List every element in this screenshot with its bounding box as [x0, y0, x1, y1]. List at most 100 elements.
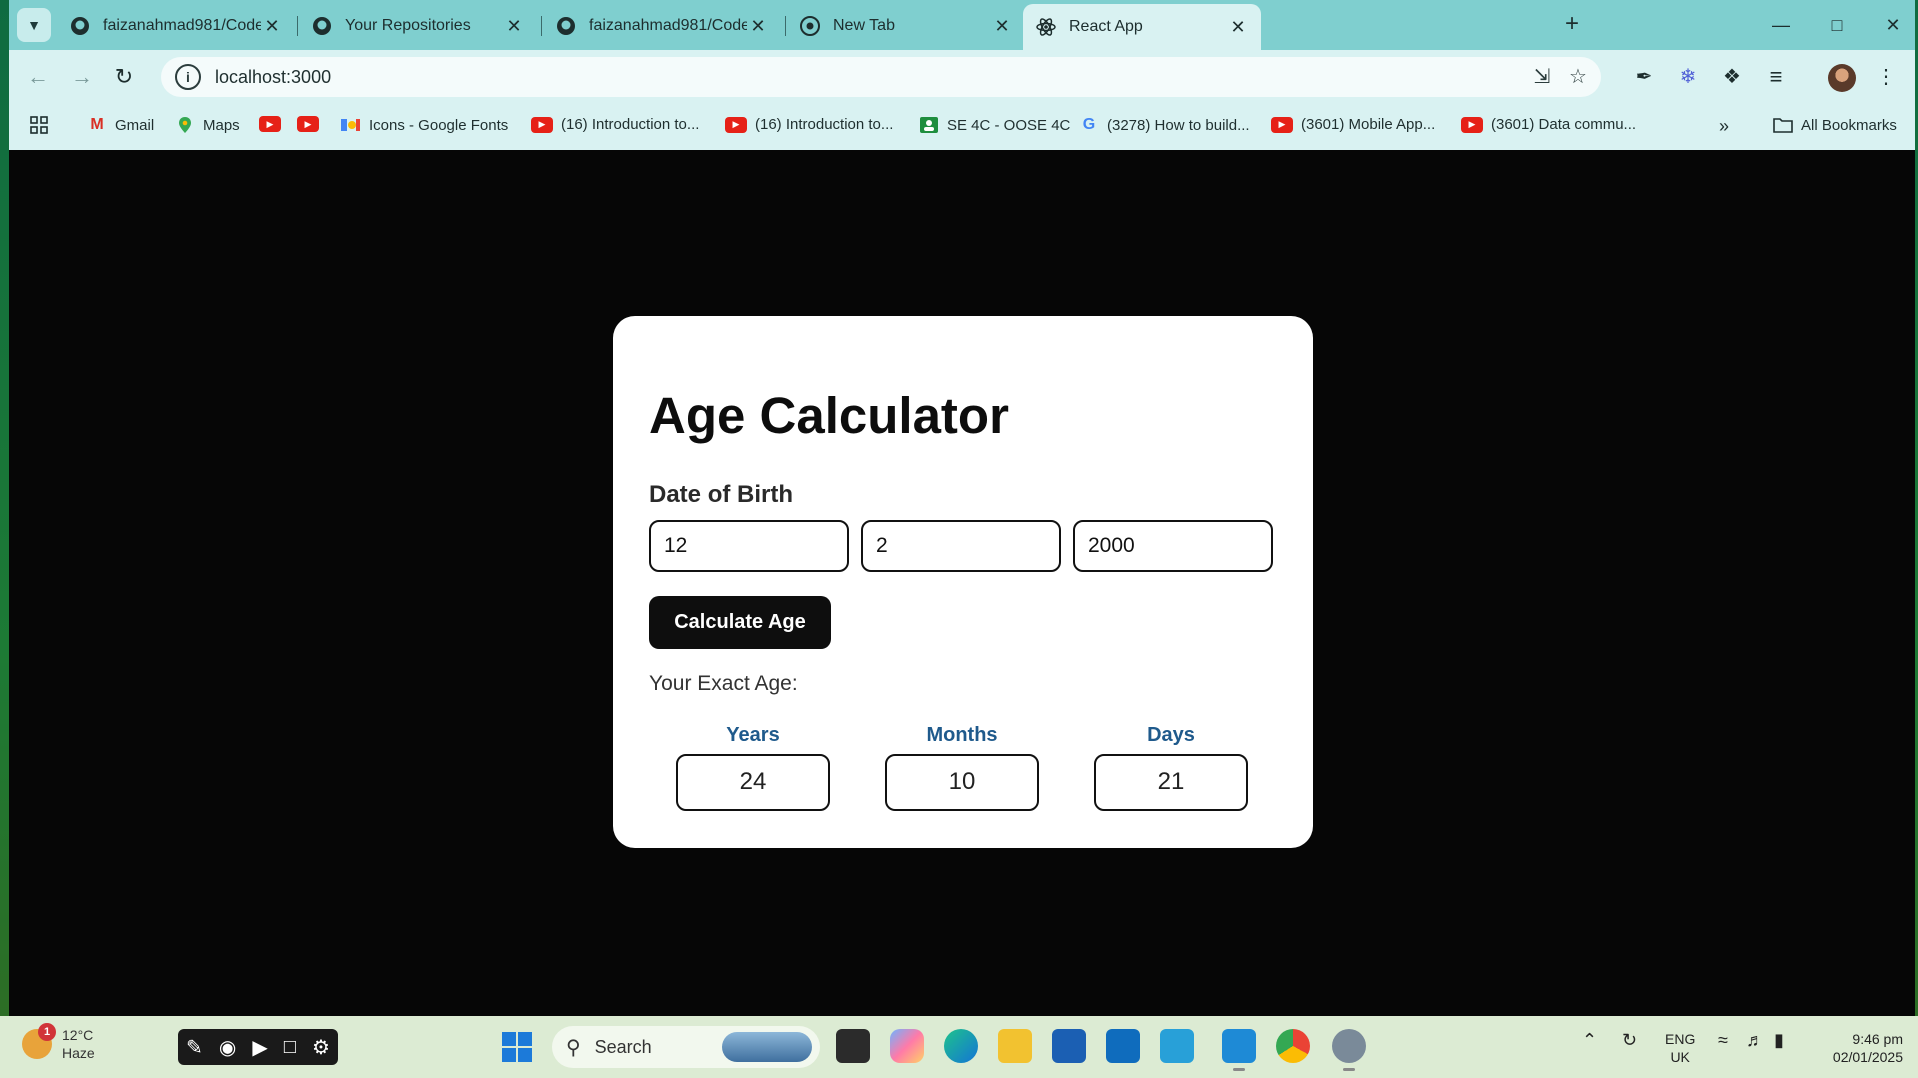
- forward-button[interactable]: →: [67, 63, 97, 93]
- years-heading: Years: [726, 724, 780, 746]
- clock[interactable]: 9:46 pm 02/01/2025: [1815, 1030, 1903, 1066]
- reload-button[interactable]: ↻: [109, 63, 139, 93]
- apps-grid-button[interactable]: [29, 116, 57, 134]
- month-input[interactable]: [861, 520, 1061, 572]
- back-button[interactable]: ←: [23, 63, 53, 93]
- bookmark-label: (3278) How to build...: [1107, 116, 1250, 134]
- close-window-button[interactable]: ✕: [1873, 12, 1913, 38]
- bookmarks-bar: M Gmail Maps ▶ ▶ Icons - Google Fonts ▶ …: [9, 104, 1915, 150]
- profile-avatar[interactable]: [1828, 64, 1856, 92]
- tab-new-tab[interactable]: New Tab ✕: [787, 6, 1025, 46]
- bookmark-se-4c[interactable]: SE 4C - OOSE 4C: [919, 116, 1070, 134]
- notification-badge: 1: [38, 1023, 56, 1041]
- extensions-icon[interactable]: ❖: [1717, 63, 1747, 93]
- youtube-icon: ▶: [1271, 116, 1293, 133]
- snowflake-extension-icon[interactable]: ❄: [1673, 63, 1703, 93]
- youtube-icon: ▶: [725, 116, 747, 133]
- pen-icon[interactable]: ✎: [186, 1035, 203, 1060]
- bookmark-label: (16) Introduction to...: [755, 116, 894, 133]
- bookmark-introduction-2[interactable]: ▶ (16) Introduction to...: [725, 116, 893, 133]
- github-icon: [311, 15, 333, 37]
- site-info-icon[interactable]: i: [175, 64, 201, 90]
- install-app-icon[interactable]: ⇲: [1529, 65, 1555, 91]
- folder-icon: [1773, 116, 1793, 134]
- day-input[interactable]: [649, 520, 849, 572]
- double-chevron-right-icon: »: [1719, 116, 1730, 136]
- page-viewport: Age Calculator Date of Birth Calculate A…: [9, 150, 1915, 1016]
- camera-icon[interactable]: ◉: [219, 1035, 236, 1060]
- tab-separator: [541, 16, 542, 36]
- months-heading: Months: [926, 724, 998, 746]
- close-icon[interactable]: ✕: [747, 16, 769, 37]
- gmail-icon: M: [90, 116, 104, 133]
- tab-codealpha-2[interactable]: faizanahmad981/CodeAlpha ✕: [543, 6, 781, 46]
- weather-widget[interactable]: 1 12°C Haze: [22, 1023, 95, 1062]
- tab-title: React App: [1069, 18, 1143, 35]
- browser-window: ▼ faizanahmad981/CodeAlpha ✕ Your Reposi…: [9, 0, 1915, 1016]
- close-icon[interactable]: ✕: [261, 16, 283, 37]
- file-explorer-icon[interactable]: [998, 1029, 1032, 1063]
- bookmark-introduction-1[interactable]: ▶ (16) Introduction to...: [531, 116, 699, 133]
- maximize-button[interactable]: □: [1817, 12, 1857, 38]
- bookmark-label: (3601) Mobile App...: [1301, 116, 1436, 133]
- language-code: ENG: [1665, 1031, 1696, 1047]
- outlook-icon[interactable]: [1106, 1029, 1140, 1063]
- start-button[interactable]: [502, 1032, 532, 1062]
- edge-icon[interactable]: [944, 1029, 978, 1063]
- sync-icon[interactable]: ↻: [1622, 1030, 1637, 1051]
- bookmark-maps[interactable]: Maps: [175, 116, 240, 134]
- bookmark-how-to-build[interactable]: G (3278) How to build...: [1079, 116, 1250, 134]
- bookmark-google-fonts[interactable]: Icons - Google Fonts: [341, 116, 508, 134]
- clock-time: 9:46 pm: [1852, 1031, 1903, 1047]
- days-value: 21: [1094, 754, 1248, 811]
- bookmarks-overflow-button[interactable]: »: [1719, 116, 1729, 137]
- volume-icon[interactable]: ♬: [1746, 1030, 1764, 1051]
- close-icon[interactable]: ✕: [503, 16, 525, 37]
- tab-your-repositories[interactable]: Your Repositories ✕: [299, 6, 537, 46]
- remote-desktop-icon[interactable]: [1160, 1029, 1194, 1063]
- minimize-button[interactable]: —: [1761, 12, 1801, 38]
- bookmark-data-communication[interactable]: ▶ (3601) Data commu...: [1461, 116, 1636, 133]
- video-icon[interactable]: ▶: [252, 1035, 267, 1060]
- copilot-icon[interactable]: [890, 1029, 924, 1063]
- close-icon[interactable]: ✕: [991, 16, 1013, 37]
- github-icon: [555, 15, 577, 37]
- bookmark-gmail[interactable]: M Gmail: [87, 116, 154, 134]
- react-icon: [1035, 16, 1057, 38]
- gear-icon[interactable]: ⚙: [312, 1035, 330, 1060]
- address-bar[interactable]: i localhost:3000 ⇲ ☆: [161, 57, 1601, 97]
- microsoft-store-icon[interactable]: [1052, 1029, 1086, 1063]
- more-menu-icon[interactable]: ⋮: [1871, 63, 1901, 93]
- bookmark-youtube[interactable]: ▶: [259, 116, 289, 132]
- new-tab-button[interactable]: +: [1557, 10, 1587, 40]
- battery-icon[interactable]: ▮: [1774, 1030, 1784, 1051]
- bookmark-label: Maps: [203, 116, 240, 134]
- pen-extension-icon[interactable]: ✒: [1629, 63, 1659, 93]
- bookmark-label: SE 4C - OOSE 4C: [947, 116, 1071, 134]
- page-title: Age Calculator: [649, 387, 1009, 444]
- bookmark-label: (16) Introduction to...: [561, 116, 700, 133]
- calculate-age-button[interactable]: Calculate Age: [649, 596, 831, 649]
- tab-codealpha-1[interactable]: faizanahmad981/CodeAlpha ✕: [57, 6, 295, 46]
- year-input[interactable]: [1073, 520, 1273, 572]
- tab-search-button[interactable]: ▼: [17, 8, 51, 42]
- chevron-down-icon: ▼: [27, 17, 41, 33]
- bookmark-star-icon[interactable]: ☆: [1565, 65, 1591, 91]
- show-hidden-icons-chevron-icon[interactable]: ⌃: [1582, 1030, 1597, 1051]
- chrome-icon[interactable]: [1276, 1029, 1310, 1063]
- folder-icon[interactable]: □: [284, 1036, 296, 1059]
- tab-title: Your Repositories: [345, 17, 471, 34]
- tab-react-app[interactable]: React App ✕: [1023, 4, 1261, 50]
- media-controls-icon[interactable]: ≡: [1761, 63, 1791, 93]
- wifi-icon[interactable]: ≈: [1718, 1030, 1728, 1051]
- settings-icon[interactable]: [1332, 1029, 1366, 1071]
- bookmark-mobile-app[interactable]: ▶ (3601) Mobile App...: [1271, 116, 1435, 133]
- bookmark-youtube[interactable]: ▶: [297, 116, 327, 132]
- url-text[interactable]: localhost:3000: [215, 67, 331, 88]
- taskbar-search[interactable]: ⚲ Search: [552, 1026, 820, 1068]
- all-bookmarks-button[interactable]: All Bookmarks: [1773, 116, 1897, 134]
- vscode-icon[interactable]: [1222, 1029, 1256, 1071]
- task-view-icon[interactable]: [836, 1029, 870, 1063]
- language-indicator[interactable]: ENG UK: [1665, 1030, 1695, 1066]
- close-icon[interactable]: ✕: [1227, 17, 1249, 38]
